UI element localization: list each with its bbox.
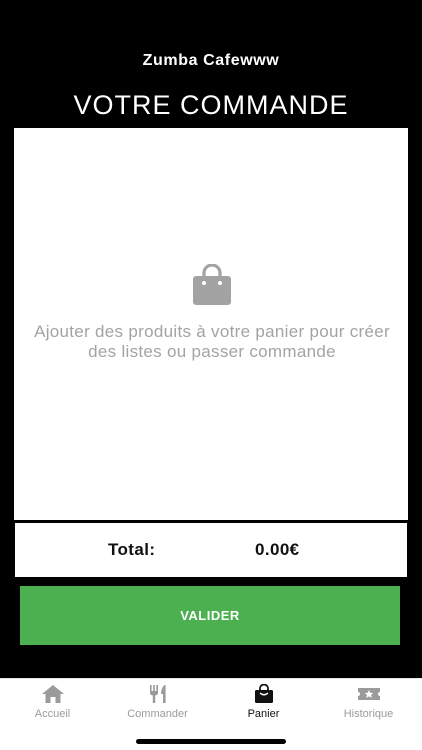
shopping-bag-icon [254,684,273,703]
tab-label-panier: Panier [247,708,280,720]
validate-button[interactable]: VALIDER [20,586,400,645]
fork-knife-icon [149,685,166,703]
tab-panier[interactable]: Panier [211,679,316,729]
ticket-star-icon [357,688,380,700]
total-value: 0.00€ [255,540,300,559]
tab-label-accueil: Accueil [34,708,71,720]
total-box [15,523,407,577]
page-title: VOTRE COMMANDE [73,90,349,120]
tab-label-commander: Commander [127,708,188,720]
app-title: Zumba Cafewww [142,52,280,69]
tab-label-historique: Historique [343,708,394,720]
shopping-bag-icon [193,264,231,305]
tab-historique[interactable]: Historique [316,679,421,729]
tab-commander[interactable]: Commander [105,679,210,729]
home-indicator [136,739,286,744]
total-label: Total: [108,540,156,559]
tab-accueil[interactable]: Accueil [0,679,105,729]
home-icon [41,685,64,703]
empty-cart-message: Ajouter des produits à votre panier pour… [34,322,390,361]
